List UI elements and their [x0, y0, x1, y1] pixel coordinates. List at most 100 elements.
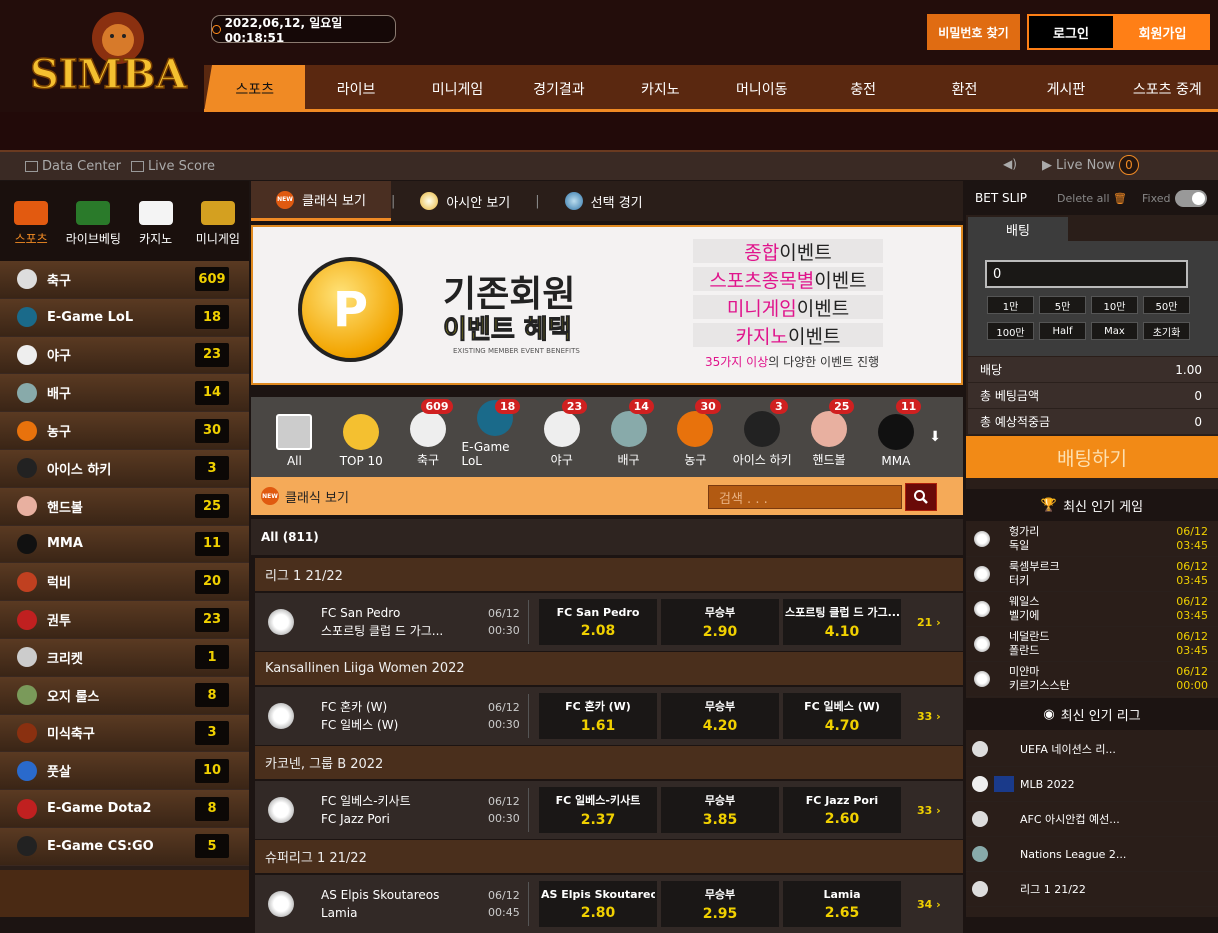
search-button[interactable] [905, 483, 937, 511]
category-3[interactable]: 18 E-Game LoL [461, 397, 528, 477]
nav-item-9[interactable]: 스포츠 중계 [1117, 65, 1218, 112]
login-button[interactable]: 로그인 [1027, 14, 1115, 50]
delete-all-button[interactable]: Delete all 🗑 [1057, 192, 1127, 205]
game-time: 06/12 03:45 [1176, 525, 1208, 553]
nav-item-8[interactable]: 게시판 [1015, 65, 1116, 112]
more-markets-link[interactable]: 21 › [917, 616, 941, 629]
category-2[interactable]: 609 축구 [395, 397, 462, 477]
amount-button[interactable]: Half [1039, 322, 1086, 340]
sport-item[interactable]: 배구 14 [0, 374, 249, 413]
popular-league[interactable]: UEFA 네이션스 리... [966, 732, 1218, 767]
category-9[interactable]: 11 MMA [862, 397, 929, 477]
popular-league[interactable]: MLB 2022 [966, 767, 1218, 802]
sport-item[interactable]: 풋살 10 [0, 752, 249, 791]
amount-button[interactable]: Max [1091, 322, 1138, 340]
simba-logo[interactable]: SIMBA [18, 8, 193, 104]
nav-item-5[interactable]: 머니이동 [711, 65, 812, 112]
sport-item[interactable]: 오지 룰스 8 [0, 676, 249, 715]
amount-button[interactable]: 초기화 [1143, 322, 1190, 340]
search-input[interactable]: 검색 . . . [708, 485, 902, 509]
more-markets-link[interactable]: 34 › [917, 898, 941, 911]
odd-button[interactable]: 무승부 2.90 [661, 599, 779, 645]
odd-button[interactable]: FC 일베스 (W) 4.70 [783, 693, 901, 739]
bet-amount-input[interactable]: 0 [985, 260, 1188, 288]
popular-game[interactable]: 네덜란드 폴란드 06/12 03:45 [966, 627, 1218, 662]
sport-item[interactable]: 권투 23 [0, 601, 249, 639]
league-header[interactable]: 슈퍼리그 1 21/22 [255, 840, 963, 873]
nav-item-6[interactable]: 충전 [812, 65, 913, 112]
left-tab-0[interactable]: 스포츠 [0, 181, 62, 261]
find-password-button[interactable]: 비밀번호 찾기 [927, 14, 1020, 50]
fixed-toggle[interactable] [1174, 189, 1207, 207]
popular-league[interactable]: 리그 1 21/22 [966, 872, 1218, 907]
left-banner[interactable] [0, 870, 249, 917]
tab-classic[interactable]: NEW 클래식 보기 [251, 181, 391, 221]
popular-game[interactable]: 룩셈부르크 터키 06/12 03:45 [966, 557, 1218, 592]
league-header[interactable]: 리그 1 21/22 [255, 558, 963, 591]
category-8[interactable]: 25 핸드볼 [796, 397, 863, 477]
popular-league[interactable]: AFC 아시안컵 예선... [966, 802, 1218, 837]
nav-item-2[interactable]: 미니게임 [407, 65, 508, 112]
popular-league[interactable]: Nations League 2... [966, 837, 1218, 872]
live-now-link[interactable]: ▶ Live Now 0 [1042, 155, 1139, 175]
nav-item-7[interactable]: 환전 [914, 65, 1015, 112]
odd-button[interactable]: 스포르팅 클럽 드 가그... 4.10 [783, 599, 901, 645]
more-markets-link[interactable]: 33 › [917, 804, 941, 817]
odd-button[interactable]: FC Jazz Pori 2.60 [783, 787, 901, 833]
sport-item[interactable]: 야구 23 [0, 336, 249, 375]
sport-item[interactable]: 핸드볼 25 [0, 487, 249, 526]
nav-item-0[interactable]: 스포츠 [204, 65, 306, 112]
join-button[interactable]: 회원가입 [1115, 14, 1210, 50]
sport-item[interactable]: 축구 609 [0, 261, 249, 299]
more-markets-link[interactable]: 33 › [917, 710, 941, 723]
amount-button[interactable]: 100만 [987, 322, 1034, 340]
odd-button[interactable]: AS Elpis Skoutareos 2.80 [539, 881, 657, 927]
category-5[interactable]: 14 배구 [595, 397, 662, 477]
tab-select[interactable]: 선택 경기 [540, 181, 668, 221]
nav-item-3[interactable]: 경기결과 [508, 65, 609, 112]
odd-button[interactable]: FC San Pedro 2.08 [539, 599, 657, 645]
odd-button[interactable]: 무승부 2.95 [661, 881, 779, 927]
left-tab-1[interactable]: 라이브베팅 [62, 181, 124, 261]
popular-game[interactable]: 웨일스 벨기에 06/12 03:45 [966, 592, 1218, 627]
amount-button[interactable]: 10만 [1091, 296, 1138, 314]
odd-button[interactable]: FC 일베스-키사트 2.37 [539, 787, 657, 833]
category-7[interactable]: 3 아이스 하키 [729, 397, 796, 477]
left-tab-3[interactable]: 미니게임 [187, 181, 249, 261]
sport-item[interactable]: 크리켓 1 [0, 638, 249, 677]
left-tab-2[interactable]: 카지노 [125, 181, 187, 261]
tab-asian[interactable]: 아시안 보기 [395, 181, 535, 221]
sport-item[interactable]: 미식축구 3 [0, 714, 249, 753]
popular-game[interactable]: 미얀마 키르기스스탄 06/12 00:00 [966, 662, 1218, 697]
nav-item-4[interactable]: 카지노 [610, 65, 711, 112]
nav-item-1[interactable]: 라이브 [305, 65, 406, 112]
scroll-down-icon[interactable]: ⬇ [929, 397, 941, 477]
speaker-icon[interactable]: ◀) [1003, 157, 1017, 171]
category-0[interactable]: All [261, 397, 328, 477]
league-header[interactable]: 카코넨, 그룹 B 2022 [255, 746, 963, 779]
place-bet-button[interactable]: 배팅하기 [966, 436, 1218, 478]
league-header[interactable]: Kansallinen Liiga Women 2022 [255, 652, 963, 685]
amount-button[interactable]: 1만 [987, 296, 1034, 314]
category-4[interactable]: 23 야구 [528, 397, 595, 477]
sport-item[interactable]: 농구 30 [0, 412, 249, 450]
amount-button[interactable]: 5만 [1039, 296, 1086, 314]
popular-game[interactable]: 헝가리 독일 06/12 03:45 [966, 522, 1218, 557]
odd-button[interactable]: FC 혼카 (W) 1.61 [539, 693, 657, 739]
odd-button[interactable]: Lamia 2.65 [783, 881, 901, 927]
sport-item[interactable]: 럭비 20 [0, 563, 249, 602]
event-banner[interactable]: P 기존회원 이벤트 혜택 EXISTING MEMBER EVENT BENE… [251, 225, 963, 385]
live-score-link[interactable]: Live Score [130, 159, 215, 174]
amount-button[interactable]: 50만 [1143, 296, 1190, 314]
sport-item[interactable]: 아이스 하키 3 [0, 449, 249, 488]
category-1[interactable]: TOP 10 [328, 397, 395, 477]
sport-item[interactable]: MMA 11 [0, 525, 249, 564]
data-center-link[interactable]: Data Center [25, 159, 121, 174]
odd-button[interactable]: 무승부 4.20 [661, 693, 779, 739]
bet-tab[interactable]: 배팅 [968, 217, 1068, 241]
category-6[interactable]: 30 농구 [662, 397, 729, 477]
sport-item[interactable]: E-Game CS:GO 5 [0, 827, 249, 866]
sport-item[interactable]: E-Game Dota2 8 [0, 790, 249, 828]
sport-item[interactable]: E-Game LoL 18 [0, 298, 249, 337]
odd-button[interactable]: 무승부 3.85 [661, 787, 779, 833]
